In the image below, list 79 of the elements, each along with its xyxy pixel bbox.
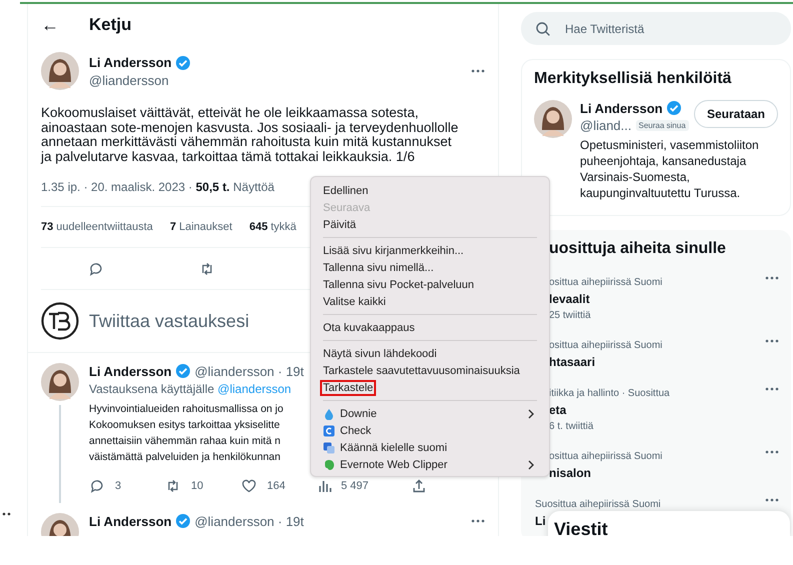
menu-item[interactable]: Tarkastele <box>320 380 376 396</box>
translate-icon <box>323 442 335 454</box>
trend-name[interactable]: htasaari <box>549 353 596 371</box>
reply-field[interactable]: Twiittaa vastauksesi <box>89 310 289 332</box>
profile-bio: Opetusministeri, vasemmistoliiton puheenjohtaja, kansanedustaja Varsinais-Suomesta, kaupunginvaltuutettu Turussa. <box>580 137 760 201</box>
menu-item[interactable]: Edellinen <box>320 182 372 198</box>
trend-name[interactable]: levaalit <box>549 290 590 308</box>
more-icon[interactable] <box>471 69 485 73</box>
stat-link[interactable]: 73 uudelleentwiittausta <box>41 221 153 233</box>
menu-item[interactable]: Evernote Web Clipper <box>337 456 450 472</box>
more-icon[interactable] <box>765 276 779 280</box>
action-count: 164 <box>267 480 286 492</box>
avatar[interactable] <box>41 52 79 90</box>
stat-link[interactable]: 7 Lainaukset <box>170 221 232 233</box>
trend-context: Suosittua aihepiirissä Suomi <box>535 498 661 512</box>
trend-name[interactable]: eta <box>549 401 566 419</box>
panel-title: Viestit <box>554 519 608 536</box>
author-name[interactable]: Li Andersson <box>89 514 172 528</box>
avatar[interactable] <box>534 100 572 138</box>
more-icon[interactable] <box>765 387 779 391</box>
trend-context: itiikka ja hallinto · Suosittua <box>549 387 670 401</box>
more-icon[interactable] <box>765 498 779 502</box>
bar-chart-icon[interactable] <box>317 478 333 494</box>
dots-icon <box>2 512 12 516</box>
tweet-text-line: Kokoomuksen esitys tarkoittaa yksiselitte <box>89 418 280 433</box>
search-field[interactable]: Hae Twitteristä <box>521 12 791 45</box>
trend-count: 25 twiittiä <box>549 309 591 323</box>
profile-logo-icon[interactable] <box>41 302 79 340</box>
menu-item[interactable]: Ota kuvakaappaus <box>320 320 418 336</box>
tweet-text: Kokoomuslaiset väittävät, etteivät he ole leikkaamassa sotesta, ainoastaan sote-menojen kasvusta. Jos sosiaali- ja terveydenhuollolle annetaan merkittävästi vähemmän rahoitusta kuin mitä kustannukset ja palvelutarve kasvaa, tarkoittaa tämä tottakai leikkauksia. 1/6 <box>41 106 460 164</box>
menu-item[interactable]: Näytä sivun lähdekoodi <box>320 346 440 362</box>
trend-context: osittua aihepiirissä Suomi <box>549 450 662 464</box>
back-button[interactable]: ← <box>41 14 59 36</box>
tweet-text-line: Hyvinvointialueiden rahoitusmallissa on jo <box>89 402 284 417</box>
trend-name[interactable]: Li <box>535 512 546 530</box>
leaf-icon <box>323 458 335 470</box>
following-button[interactable]: Seurataan <box>694 100 778 128</box>
menu-item[interactable]: Tarkastele saavutettavuusominaisuuksia <box>320 362 523 378</box>
action-count: 10 <box>191 480 204 492</box>
drop-icon <box>323 408 335 420</box>
follows-you-label: Seuraa sinua <box>636 120 689 131</box>
author-name[interactable]: Li Andersson <box>89 364 172 378</box>
menu-item[interactable]: Check <box>337 422 374 438</box>
tweet-meta: 1.35 ip. · 20. maalisk. 2023 · 50,5 t. Näyttöä <box>41 180 274 194</box>
speech-bubble-icon[interactable] <box>88 260 104 276</box>
more-icon[interactable] <box>765 450 779 454</box>
user-handle[interactable]: @liandersson <box>89 72 461 88</box>
user-handle[interactable]: @liandersson · 19t <box>194 514 304 528</box>
panel-title: uosittuja aiheita sinulle <box>548 240 727 258</box>
user-handle[interactable]: @liand... <box>580 118 632 133</box>
more-icon[interactable] <box>471 519 485 523</box>
page-title: Ketju <box>89 15 132 35</box>
menu-item[interactable]: Tallenna sivu Pocket-palveluun <box>320 276 478 292</box>
menu-item[interactable]: Downie <box>337 406 380 422</box>
menu-item[interactable]: Tallenna sivu nimellä... <box>320 260 437 276</box>
menu-item[interactable]: Käännä kielelle suomi <box>337 440 450 456</box>
speech-bubble-icon[interactable] <box>89 478 105 494</box>
user-handle[interactable]: @liandersson · 19t <box>194 364 304 378</box>
tweet-text-line: väistämättä palveluiden ja henkilökunnan <box>89 450 280 465</box>
trend-context: osittua aihepiirissä Suomi <box>549 339 662 353</box>
menu-item[interactable]: Lisää sivu kirjanmerkkeihin... <box>320 242 467 258</box>
action-count: 5 497 <box>341 480 369 492</box>
search-icon <box>535 21 551 37</box>
trend-name[interactable]: nisalon <box>549 464 592 482</box>
card-title: Merkityksellisiä henkilöitä <box>534 70 732 88</box>
tweet-text-line: annettaisiin vähemmän rahaa kuin mitä n <box>89 434 280 449</box>
author-name[interactable]: Li Andersson <box>580 100 663 116</box>
action-count: 3 <box>115 480 122 492</box>
menu-item[interactable]: Valitse kaikki <box>320 294 389 310</box>
more-icon[interactable] <box>765 339 779 343</box>
menu-item: Seuraava <box>322 200 372 216</box>
trend-context: osittua aihepiirissä Suomi <box>549 276 662 290</box>
share-icon[interactable] <box>411 478 427 494</box>
heart-icon[interactable] <box>241 478 257 494</box>
avatar[interactable] <box>41 363 79 401</box>
author-name[interactable]: Li Andersson <box>89 55 172 70</box>
menu-item[interactable]: Päivitä <box>320 216 360 232</box>
stat-link[interactable]: 645 tykkä <box>249 221 296 233</box>
c-square-icon <box>323 424 335 436</box>
